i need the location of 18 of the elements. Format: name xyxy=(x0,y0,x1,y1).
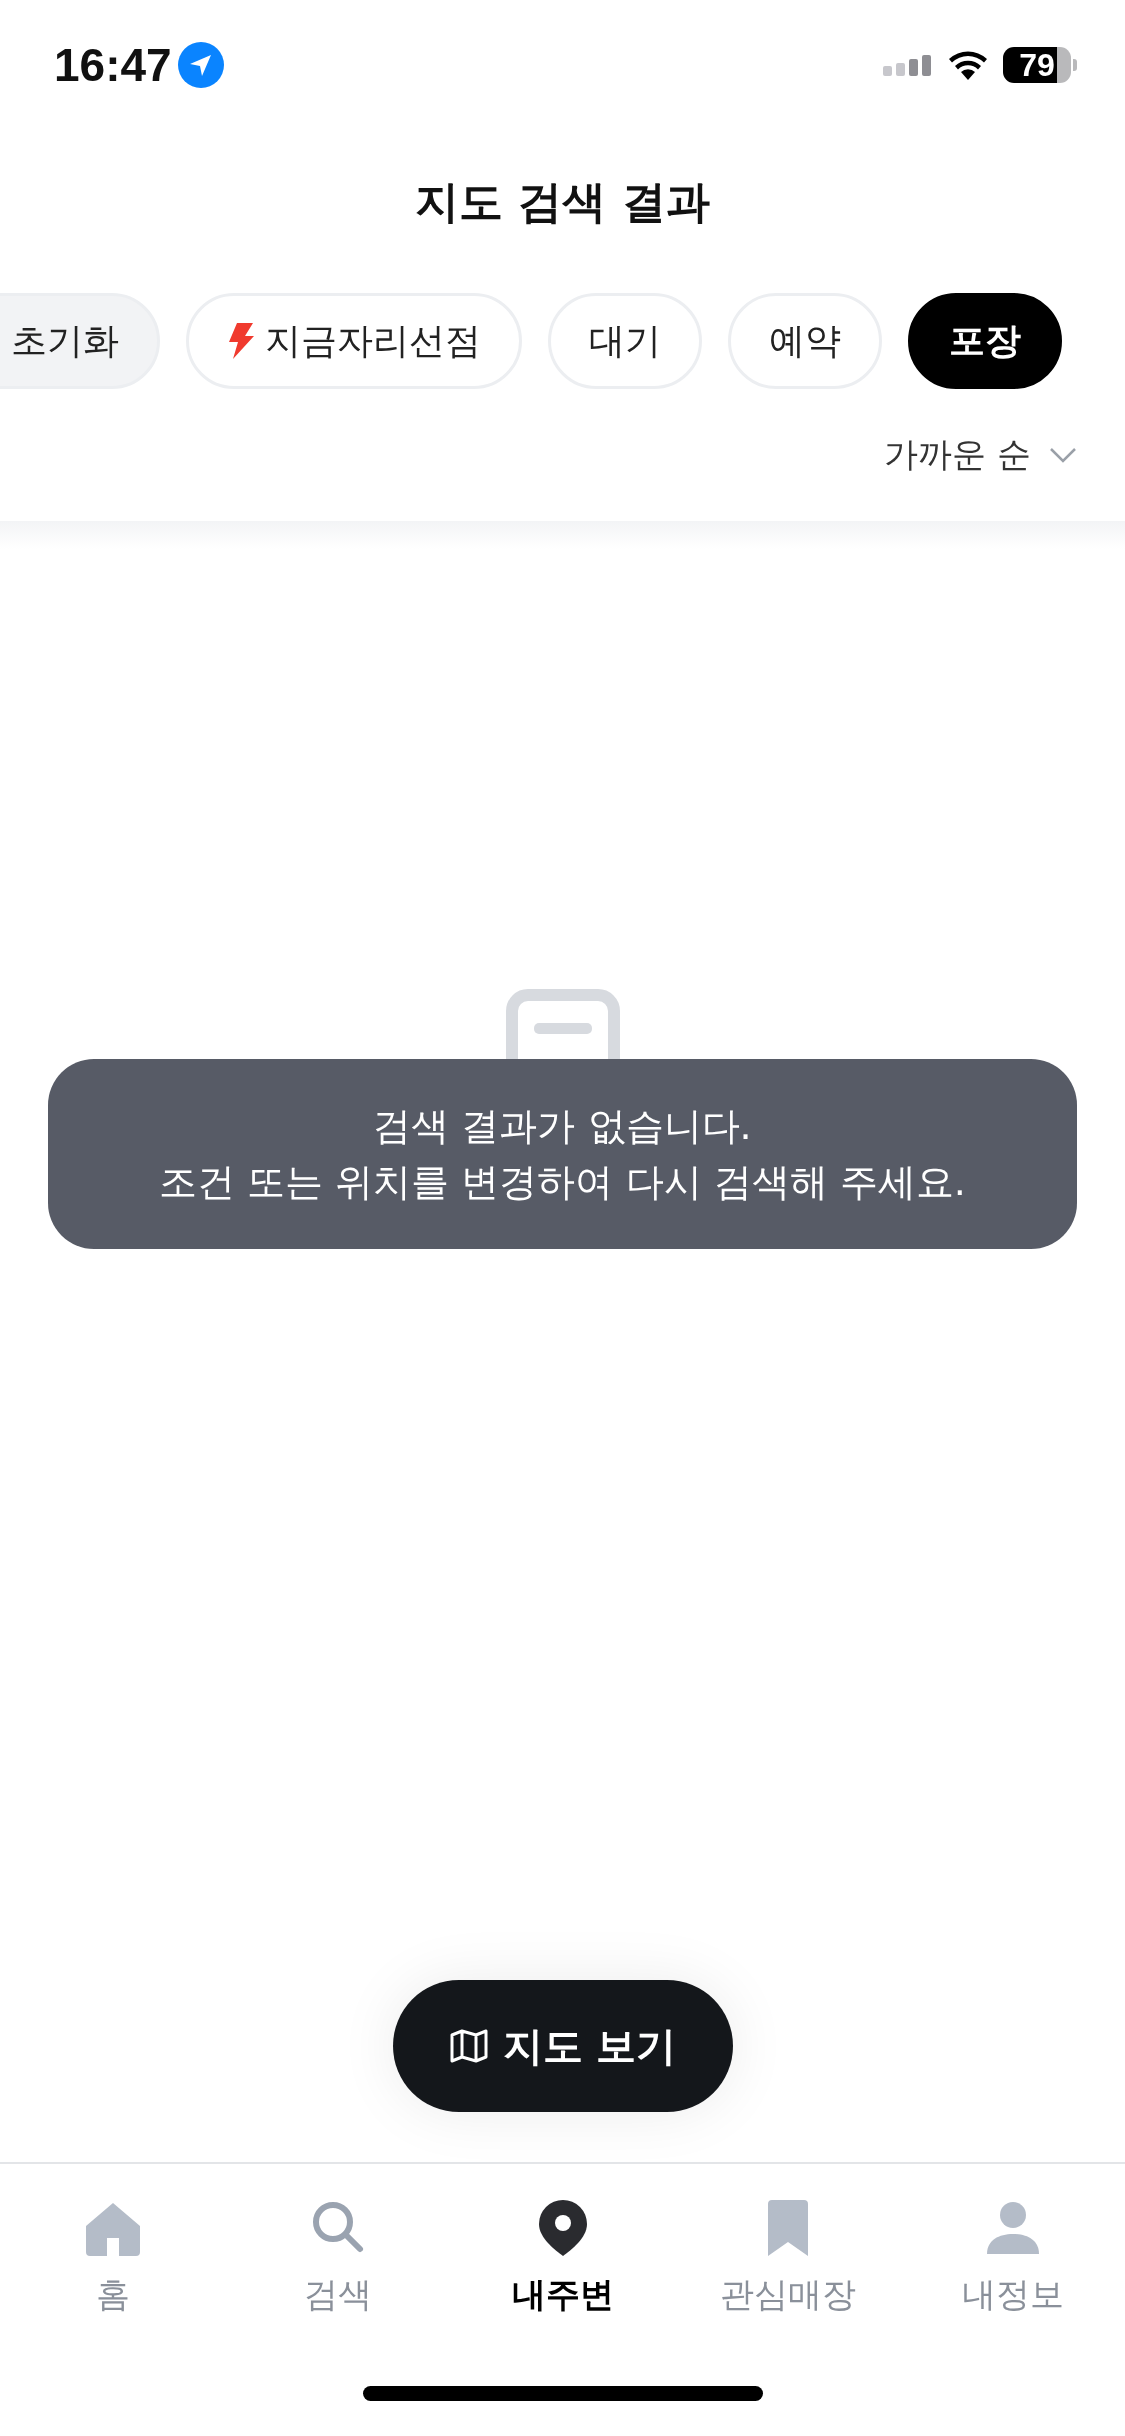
filter-chip[interactable]: 대기 xyxy=(548,293,702,389)
filter-chip[interactable]: 포장 xyxy=(908,293,1062,389)
wifi-icon xyxy=(947,49,989,81)
filter-chip[interactable]: 예약 xyxy=(728,293,882,389)
map-icon xyxy=(448,2028,489,2064)
page-title: 지도 검색 결과 xyxy=(415,175,710,229)
toast-text: 조건 또는 위치를 변경하여 다시 검색해 주세요. xyxy=(159,1159,966,1206)
lightning-icon xyxy=(227,323,255,359)
sort-dropdown[interactable]: 가까운 순 xyxy=(884,425,1077,485)
document-icon xyxy=(505,989,620,1059)
tab-item[interactable]: 내주변 xyxy=(450,2164,675,2354)
status-time: 16:47 xyxy=(54,38,172,92)
signal-icon xyxy=(883,54,933,76)
chevron-down-icon xyxy=(1049,447,1077,463)
filter-chip[interactable]: 초기화 xyxy=(0,293,160,389)
toast-text: 검색 결과가 없습니다. xyxy=(373,1103,752,1150)
map-view-button[interactable]: 지도 보기 xyxy=(392,1980,733,2112)
filter-chip[interactable]: 지금자리선점 xyxy=(186,293,522,389)
